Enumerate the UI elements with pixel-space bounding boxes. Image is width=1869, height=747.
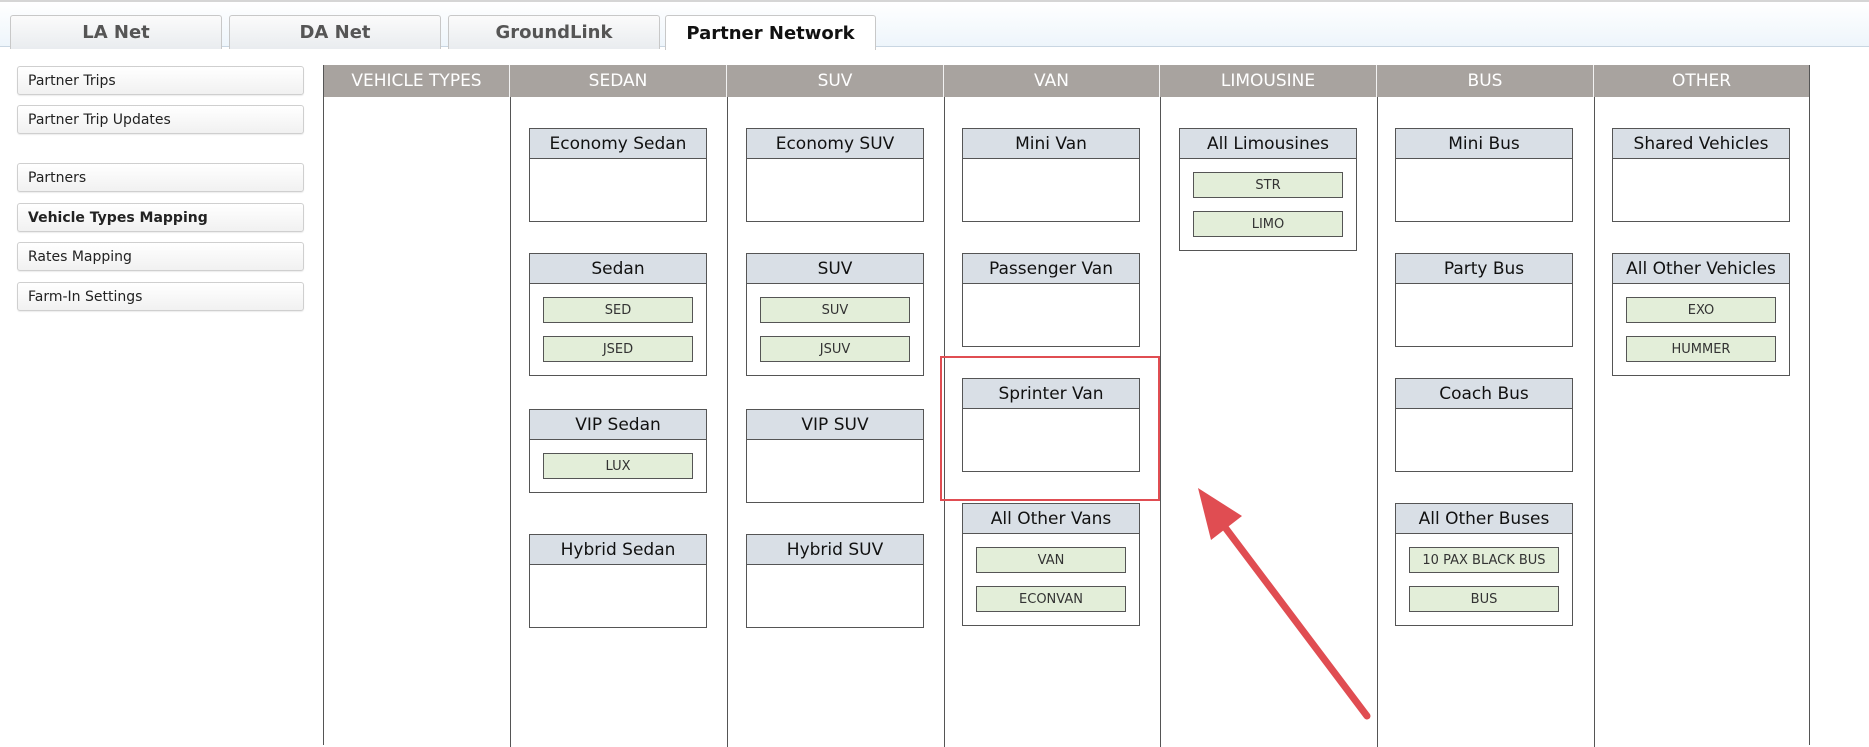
vehicle-type-card: Shared Vehicles [1612,128,1790,222]
vehicle-type-card: Party Bus [1395,253,1573,347]
column-divider [1594,97,1595,747]
vehicle-type-title[interactable]: VIP Sedan [530,410,706,440]
vehicle-type-title[interactable]: Sprinter Van [963,379,1139,409]
vehicle-type-title[interactable]: Mini Van [963,129,1139,159]
vehicle-code-chip[interactable]: 10 PAX BLACK BUS [1409,547,1559,573]
tab-groundlink[interactable]: GroundLink [448,15,660,49]
vehicle-code-chip[interactable]: JSUV [760,336,910,362]
top-tab-bar: LA Net DA Net GroundLink Partner Network [0,0,1869,50]
sidebar-item-partner-trips[interactable]: Partner Trips [17,66,304,95]
vehicle-type-title[interactable]: Mini Bus [1396,129,1572,159]
vehicle-code-chip[interactable]: JSED [543,336,693,362]
vehicle-code-chip[interactable]: ECONVAN [976,586,1126,612]
column-header-other: OTHER [1594,65,1809,97]
vehicle-type-title[interactable]: All Other Vehicles [1613,254,1789,284]
vehicle-code-chip[interactable]: EXO [1626,297,1776,323]
vehicle-type-card: Economy Sedan [529,128,707,222]
sidebar-item-partner-trip-updates[interactable]: Partner Trip Updates [17,105,304,134]
column-divider [944,97,945,747]
vehicle-type-title[interactable]: Passenger Van [963,254,1139,284]
column-header-suv: SUV [727,65,944,97]
vehicle-type-title[interactable]: Economy Sedan [530,129,706,159]
column-header-vehicle-types: VEHICLE TYPES [324,65,510,97]
vehicle-type-card: All Other Vans VAN ECONVAN [962,503,1140,626]
vehicle-code-chip[interactable]: HUMMER [1626,336,1776,362]
vehicle-type-card: Hybrid SUV [746,534,924,628]
vehicle-type-title[interactable]: Party Bus [1396,254,1572,284]
vehicle-type-card: All Other Buses 10 PAX BLACK BUS BUS [1395,503,1573,626]
vehicle-type-card: Economy SUV [746,128,924,222]
vehicle-code-chip[interactable]: BUS [1409,586,1559,612]
vehicle-type-card: Hybrid Sedan [529,534,707,628]
sidebar-item-farm-in-settings[interactable]: Farm-In Settings [17,282,304,311]
column-header-sedan: SEDAN [510,65,727,97]
vehicle-type-card: Sprinter Van [962,378,1140,472]
vehicle-type-title[interactable]: SUV [747,254,923,284]
vehicle-code-chip[interactable]: SUV [760,297,910,323]
sidebar-item-label: Farm-In Settings [28,288,143,305]
vehicle-code-chip[interactable]: LIMO [1193,211,1343,237]
sidebar-item-rates-mapping[interactable]: Rates Mapping [17,242,304,271]
vehicle-type-card: Mini Van [962,128,1140,222]
column-header-van: VAN [944,65,1160,97]
vehicle-type-card: All Other Vehicles EXO HUMMER [1612,253,1790,376]
vehicle-type-card: SUV SUV JSUV [746,253,924,376]
column-divider [727,97,728,747]
vehicle-type-card: VIP Sedan LUX [529,409,707,493]
column-divider [1377,97,1378,747]
tab-la-net[interactable]: LA Net [10,15,222,49]
sidebar-item-vehicle-types-mapping[interactable]: Vehicle Types Mapping [17,203,304,232]
column-divider [1160,97,1161,747]
vehicle-type-card: Passenger Van [962,253,1140,347]
vehicle-type-card: All Limousines STR LIMO [1179,128,1357,251]
column-header-bus: BUS [1377,65,1594,97]
vehicle-code-chip[interactable]: STR [1193,172,1343,198]
vehicle-type-card: Coach Bus [1395,378,1573,472]
sidebar-item-label: Partner Trips [28,72,116,89]
sidebar-item-label: Rates Mapping [28,248,132,265]
vehicle-type-title[interactable]: Sedan [530,254,706,284]
sidebar-item-label: Partners [28,169,87,186]
vehicle-code-chip[interactable]: LUX [543,453,693,479]
vehicle-code-chip[interactable]: VAN [976,547,1126,573]
vehicle-type-title[interactable]: All Limousines [1180,129,1356,159]
vehicle-type-title[interactable]: All Other Buses [1396,504,1572,534]
sidebar-item-label: Vehicle Types Mapping [28,209,208,226]
sidebar-item-partners[interactable]: Partners [17,163,304,192]
tab-partner-network[interactable]: Partner Network [665,15,876,50]
sidebar-item-label: Partner Trip Updates [28,111,171,128]
tab-da-net[interactable]: DA Net [229,15,441,49]
vehicle-type-title[interactable]: Coach Bus [1396,379,1572,409]
vehicle-type-title[interactable]: All Other Vans [963,504,1139,534]
vehicle-code-chip[interactable]: SED [543,297,693,323]
vehicle-type-title[interactable]: Shared Vehicles [1613,129,1789,159]
vehicle-type-card: Sedan SED JSED [529,253,707,376]
vehicle-type-title[interactable]: Economy SUV [747,129,923,159]
vehicle-type-title[interactable]: Hybrid Sedan [530,535,706,565]
column-header-limousine: LIMOUSINE [1160,65,1377,97]
vehicle-type-title[interactable]: VIP SUV [747,410,923,440]
column-divider [510,97,511,747]
vehicle-type-title[interactable]: Hybrid SUV [747,535,923,565]
vehicle-type-card: Mini Bus [1395,128,1573,222]
vehicle-type-card: VIP SUV [746,409,924,503]
